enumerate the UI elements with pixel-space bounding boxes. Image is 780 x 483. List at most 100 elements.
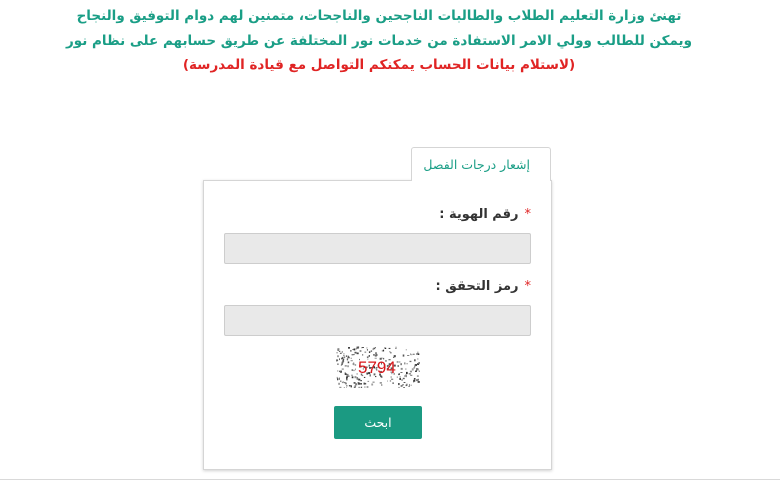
captcha-noise-dot	[364, 383, 367, 385]
captcha-noise-dot	[416, 368, 419, 371]
captcha-noise-dot	[343, 381, 345, 383]
captcha-noise-dot	[348, 347, 350, 349]
captcha-noise-dot	[384, 347, 387, 349]
captcha-noise-dot	[338, 350, 341, 352]
captcha-noise-dot	[336, 359, 339, 361]
captcha-noise-dot	[337, 378, 339, 381]
captcha-noise-dot	[354, 364, 356, 366]
captcha-noise-dot	[347, 361, 350, 364]
verification-code-input[interactable]	[224, 305, 531, 336]
announcement-services-line: ويمكن للطالب وولي الامر الاستفادة من خدم…	[65, 32, 692, 49]
captcha-noise-dot	[416, 353, 419, 355]
captcha-noise-dot	[344, 373, 347, 375]
captcha-noise-dot	[404, 362, 406, 365]
captcha-noise-dot	[346, 387, 347, 390]
captcha-noise-dot	[355, 348, 357, 350]
captcha-noise-dot	[343, 354, 345, 356]
captcha-noise-dot	[341, 368, 344, 370]
captcha-noise-dot	[355, 364, 357, 366]
captcha-noise-dot	[345, 355, 348, 357]
captcha-noise-dot	[353, 382, 355, 384]
captcha-noise-dot	[417, 381, 420, 383]
captcha-noise-dot	[406, 371, 408, 375]
captcha-noise-dot	[350, 357, 352, 359]
captcha-noise-dot	[405, 368, 407, 370]
captcha-noise-dot	[398, 383, 400, 386]
page-divider	[0, 479, 780, 480]
id-number-label-text: رقم الهوية :	[439, 207, 519, 222]
captcha-noise-dot	[366, 349, 368, 351]
captcha-noise-dot	[410, 384, 412, 386]
captcha-noise-dot	[416, 375, 419, 377]
captcha-noise-dot	[414, 365, 416, 367]
captcha-noise-dot	[339, 358, 340, 361]
captcha-noise-dot	[390, 352, 392, 354]
captcha-noise-dot	[396, 361, 399, 363]
captcha-noise-dot	[344, 365, 347, 367]
captcha-noise-dot	[339, 371, 341, 372]
captcha-noise-dot	[348, 385, 351, 387]
captcha-noise-dot	[409, 384, 410, 386]
captcha-noise-dot	[396, 376, 398, 378]
captcha-noise-dot	[400, 372, 403, 373]
captcha-noise-dot	[341, 363, 343, 365]
captcha-noise-dot	[339, 386, 342, 388]
captcha-noise-dot	[381, 384, 383, 386]
captcha-noise-dot	[368, 351, 371, 353]
captcha-noise-dot	[356, 346, 359, 349]
captcha-noise-dot	[405, 349, 407, 351]
captcha-noise-dot	[403, 387, 405, 389]
captcha-noise-dot	[414, 359, 416, 362]
captcha-noise-dot	[402, 354, 405, 357]
tab-semester-grades-notice[interactable]: إشعار درجات الفصل	[411, 147, 551, 181]
captcha-noise-dot	[372, 381, 375, 383]
verification-code-label-text: رمز التحقق :	[435, 279, 519, 294]
captcha-noise-dot	[350, 360, 353, 362]
captcha-noise-dot	[413, 379, 416, 382]
captcha-noise-dot	[358, 382, 361, 385]
captcha-noise-dot	[414, 364, 417, 366]
captcha-noise-dot	[406, 363, 408, 365]
captcha-noise-dot	[359, 350, 362, 352]
captcha-noise-dot	[389, 380, 392, 382]
captcha-noise-dot	[358, 386, 361, 389]
captcha-noise-dot	[401, 379, 403, 381]
captcha-noise-dot	[368, 355, 370, 357]
captcha-noise-dot	[350, 350, 352, 352]
tab-label: إشعار درجات الفصل	[423, 157, 530, 172]
captcha-noise-dot	[360, 383, 362, 385]
captcha-noise-dot	[413, 367, 416, 369]
captcha-noise-dot	[346, 378, 348, 381]
captcha-noise-dot	[337, 370, 339, 372]
captcha-noise-dot	[358, 378, 361, 381]
captcha-noise-dot	[366, 386, 369, 388]
captcha-noise-dot	[360, 380, 362, 382]
captcha-noise-dot	[402, 377, 405, 380]
captcha-noise-dot	[339, 352, 342, 354]
captcha-noise-dot	[337, 348, 340, 351]
captcha-noise-dot	[353, 348, 356, 351]
captcha-noise-dot	[374, 354, 377, 357]
captcha-noise-dot	[408, 373, 411, 375]
captcha-noise-dot	[405, 384, 407, 387]
captcha-noise-dot	[341, 358, 343, 360]
captcha-noise-dot	[398, 386, 400, 388]
captcha-noise-dot	[355, 368, 356, 371]
captcha-noise-dot	[400, 367, 403, 370]
search-button[interactable]: ابحث	[334, 406, 422, 439]
captcha-noise-dot	[363, 376, 366, 378]
captcha-noise-dot	[409, 360, 412, 363]
captcha-noise-dot	[350, 385, 352, 388]
id-number-input[interactable]	[224, 233, 531, 264]
captcha-noise-dot	[338, 377, 340, 380]
captcha-text: 5794	[358, 358, 396, 377]
announcement-congrats-line: تهنئ وزارة التعليم الطلاب والطالبات النا…	[76, 8, 682, 24]
captcha-noise-dot	[343, 353, 345, 355]
captcha-noise-dot	[400, 363, 402, 366]
captcha-noise-dot	[341, 362, 343, 364]
captcha-noise-dot	[352, 349, 354, 350]
captcha-noise-dot	[341, 351, 343, 353]
captcha-noise-dot	[412, 353, 415, 355]
captcha-noise-dot	[409, 370, 412, 373]
captcha-noise-dot	[351, 354, 353, 356]
